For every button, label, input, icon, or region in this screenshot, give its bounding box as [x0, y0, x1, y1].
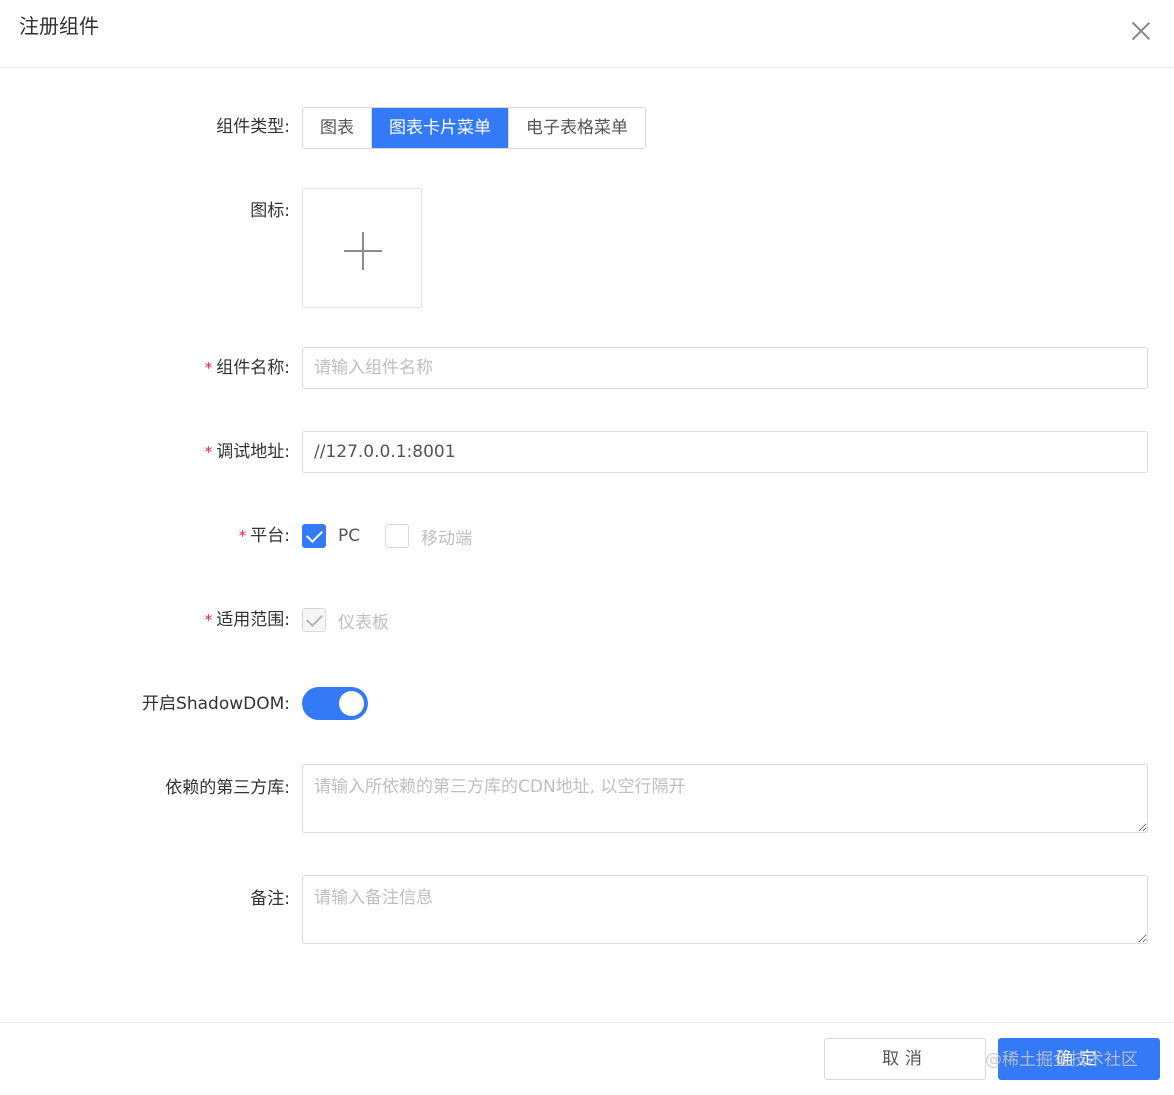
segment-option-chart[interactable]: 图表 [303, 108, 372, 148]
platform-pc-checkbox[interactable] [302, 524, 326, 548]
dependencies-textarea[interactable] [302, 764, 1148, 833]
required-mark: * [204, 359, 213, 377]
icon-upload-plus-icon[interactable] [302, 188, 422, 308]
scope-dashboard-checkbox[interactable] [302, 608, 326, 632]
platform-checkbox-group: PC 移动端 [302, 524, 497, 549]
ok-button[interactable]: 确定 [998, 1038, 1160, 1080]
component-name-input[interactable] [302, 347, 1148, 389]
required-mark: * [238, 527, 247, 545]
component-type-selector: 图表 图表卡片菜单 电子表格菜单 [302, 107, 646, 149]
required-mark: * [204, 443, 213, 461]
cancel-button[interactable]: 取消 [824, 1038, 986, 1080]
debug-url-label: * 调试地址: [205, 440, 290, 464]
remarks-textarea[interactable] [302, 875, 1148, 944]
component-name-label-text: 组件名称: [216, 358, 290, 378]
scope-checkbox-group: 仪表板 [302, 608, 414, 633]
platform-mobile-checkbox[interactable] [385, 524, 410, 548]
scope-label: * 适用范围: [205, 608, 290, 632]
segment-option-chart-card-menu[interactable]: 图表卡片菜单 [372, 108, 509, 148]
platform-mobile-label[interactable]: 移动端 [421, 524, 472, 549]
scope-dashboard-label: 仪表板 [338, 612, 389, 633]
debug-url-label-text: 调试地址: [216, 442, 290, 462]
component-type-label: 组件类型: [216, 117, 290, 137]
remarks-label: 备注: [250, 889, 290, 909]
shadow-dom-label: 开启ShadowDOM: [142, 694, 290, 714]
dialog-title: 注册组件 [19, 14, 99, 38]
dialog-header: 注册组件 [0, 0, 1174, 68]
platform-label: * 平台: [239, 524, 290, 548]
icon-label: 图标: [250, 201, 290, 221]
platform-label-text: 平台: [250, 526, 290, 546]
required-mark: * [204, 611, 213, 629]
scope-label-text: 适用范围: [216, 610, 290, 630]
segment-option-spreadsheet-menu[interactable]: 电子表格菜单 [509, 108, 645, 148]
dependencies-label: 依赖的第三方库: [165, 778, 290, 798]
component-name-label: * 组件名称: [205, 356, 290, 380]
close-icon[interactable] [1130, 20, 1152, 42]
debug-url-input[interactable] [302, 431, 1148, 473]
shadow-dom-toggle[interactable] [302, 687, 368, 720]
toggle-knob [339, 691, 364, 716]
platform-pc-label[interactable]: PC [338, 526, 360, 546]
